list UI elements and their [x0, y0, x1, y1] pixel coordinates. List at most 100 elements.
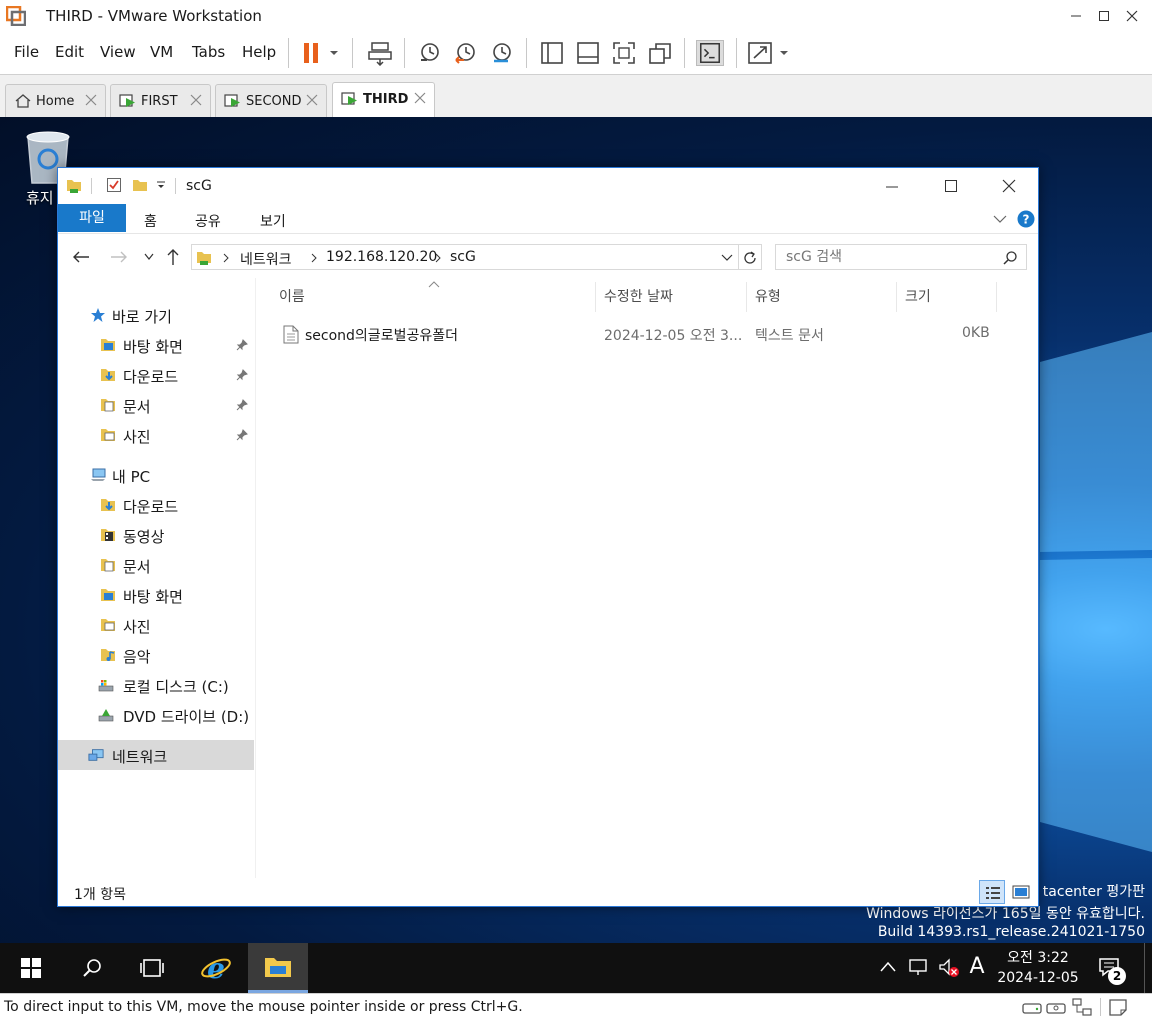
close-icon[interactable] — [414, 92, 426, 104]
tab-home[interactable]: Home — [5, 84, 106, 117]
cd-dvd-device-icon[interactable] — [1046, 998, 1066, 1016]
task-view-button[interactable] — [122, 943, 182, 993]
show-library-icon[interactable] — [538, 40, 566, 66]
stretch-dropdown-chevron-icon[interactable] — [776, 40, 792, 66]
column-separator[interactable] — [595, 282, 596, 312]
nav-pc-documents[interactable]: 문서 — [58, 550, 254, 580]
show-desktop-button[interactable] — [1144, 943, 1145, 993]
tab-third[interactable]: THIRD — [332, 82, 435, 118]
minimize-button[interactable] — [1062, 4, 1090, 28]
close-icon[interactable] — [1002, 179, 1016, 193]
hard-disk-device-icon[interactable] — [1022, 998, 1042, 1016]
menu-view[interactable]: View — [100, 43, 136, 61]
chevron-down-icon[interactable] — [993, 214, 1007, 224]
menu-help[interactable]: Help — [242, 43, 276, 61]
power-dropdown-chevron-icon[interactable] — [326, 40, 342, 66]
snapshot-manager-icon[interactable] — [488, 40, 516, 66]
full-screen-icon[interactable] — [610, 40, 638, 66]
column-header-size[interactable]: 크기 — [905, 286, 931, 306]
maximize-button[interactable] — [1090, 4, 1118, 28]
column-separator[interactable] — [896, 282, 897, 312]
stretch-guest-icon[interactable] — [746, 40, 774, 66]
quick-access-dropdown-icon[interactable] — [156, 180, 166, 190]
pin-icon[interactable] — [236, 399, 248, 411]
file-explorer-taskbar-button[interactable] — [248, 943, 308, 993]
chevron-up-icon[interactable] — [880, 961, 896, 973]
minimize-icon[interactable] — [885, 180, 899, 194]
nav-this-pc[interactable]: 내 PC — [58, 460, 254, 490]
column-separator[interactable] — [996, 282, 997, 312]
nav-qa-downloads[interactable]: 다운로드 — [58, 360, 254, 390]
clock-date[interactable]: 2024-12-05 — [996, 970, 1080, 986]
nav-qa-desktop[interactable]: 바탕 화면 — [58, 330, 254, 360]
ribbon-tab-share[interactable]: 공유 — [195, 211, 221, 231]
nav-pc-pictures[interactable]: 사진 — [58, 610, 254, 640]
unity-icon[interactable] — [646, 40, 674, 66]
pause-icon[interactable] — [298, 40, 326, 66]
internet-explorer-button[interactable]: e — [186, 943, 246, 993]
details-view-button[interactable] — [979, 880, 1005, 904]
file-row[interactable]: second의글로벌공유폴더 2024-12-05 오전 3... 텍스트 문서… — [279, 322, 999, 348]
properties-icon[interactable] — [106, 177, 122, 193]
snapshot-revert-icon[interactable] — [452, 40, 480, 66]
message-log-icon[interactable] — [1108, 998, 1128, 1016]
pin-icon[interactable] — [236, 369, 248, 381]
nav-pc-local-disk[interactable]: 로컬 디스크 (C:) — [58, 670, 254, 700]
menu-file[interactable]: File — [14, 43, 39, 61]
nav-pc-desktop[interactable]: 바탕 화면 — [58, 580, 254, 610]
nav-pc-dvd-drive[interactable]: DVD 드라이브 (D:) — [58, 700, 254, 730]
menu-edit[interactable]: Edit — [55, 43, 84, 61]
send-ctrl-alt-del-icon[interactable] — [366, 40, 394, 66]
menu-vm[interactable]: VM — [150, 43, 173, 61]
nav-quick-access[interactable]: 바로 가기 — [58, 300, 254, 330]
column-separator[interactable] — [746, 282, 747, 312]
tab-first[interactable]: FIRST — [110, 84, 211, 117]
breadcrumb-folder[interactable]: scG — [450, 249, 476, 265]
up-arrow-icon[interactable] — [166, 248, 180, 266]
address-bar[interactable]: 네트워크 192.168.120.20 scG — [191, 244, 762, 270]
maximize-icon[interactable] — [944, 179, 958, 193]
network-status-icon[interactable] — [908, 958, 930, 976]
menu-tabs[interactable]: Tabs — [192, 43, 225, 61]
tab-second[interactable]: SECOND — [215, 84, 327, 117]
breadcrumb-host[interactable]: 192.168.120.20 — [326, 249, 437, 265]
column-header-name[interactable]: 이름 — [279, 286, 305, 306]
column-header-modified[interactable]: 수정한 날짜 — [604, 286, 673, 306]
back-arrow-icon[interactable] — [72, 250, 90, 264]
clock-time[interactable]: 오전 3:22 — [996, 947, 1080, 967]
search-input[interactable] — [776, 245, 996, 269]
ribbon-tab-view[interactable]: 보기 — [260, 211, 286, 231]
nav-pc-downloads[interactable]: 다운로드 — [58, 490, 254, 520]
ribbon-tab-file[interactable]: 파일 — [58, 204, 126, 232]
close-icon[interactable] — [85, 94, 97, 106]
pin-icon[interactable] — [236, 429, 248, 441]
nav-qa-documents[interactable]: 문서 — [58, 390, 254, 420]
nav-pc-music[interactable]: 음악 — [58, 640, 254, 670]
breadcrumb-network[interactable]: 네트워크 — [240, 249, 292, 269]
column-header-type[interactable]: 유형 — [755, 286, 781, 306]
new-folder-icon[interactable] — [132, 177, 148, 193]
recent-locations-chevron-icon[interactable] — [144, 253, 154, 261]
start-button[interactable] — [0, 943, 60, 993]
ribbon-tab-home[interactable]: 홈 — [144, 211, 157, 231]
snapshot-take-icon[interactable] — [416, 40, 444, 66]
pin-icon[interactable] — [236, 339, 248, 351]
large-icons-view-button[interactable] — [1008, 880, 1034, 904]
forward-arrow-icon[interactable] — [110, 250, 128, 264]
help-icon[interactable]: ? — [1017, 210, 1035, 228]
refresh-icon[interactable] — [741, 249, 759, 267]
nav-qa-pictures[interactable]: 사진 — [58, 420, 254, 450]
volume-muted-icon[interactable] — [938, 958, 960, 978]
close-button[interactable] — [1118, 4, 1146, 28]
action-center-button[interactable]: 2 — [1096, 955, 1126, 985]
close-icon[interactable] — [306, 94, 318, 106]
show-thumbnail-bar-icon[interactable] — [574, 40, 602, 66]
search-button[interactable] — [62, 943, 122, 993]
search-icon[interactable] — [1002, 250, 1018, 266]
close-icon[interactable] — [190, 94, 202, 106]
nav-network[interactable]: 네트워크 — [58, 740, 254, 770]
nav-pc-videos[interactable]: 동영상 — [58, 520, 254, 550]
network-adapter-device-icon[interactable] — [1072, 998, 1092, 1016]
file-list-pane[interactable]: 이름 수정한 날짜 유형 크기 second의글로벌공유폴더 2024-12-0… — [257, 278, 1037, 878]
console-view-icon[interactable] — [696, 40, 724, 66]
